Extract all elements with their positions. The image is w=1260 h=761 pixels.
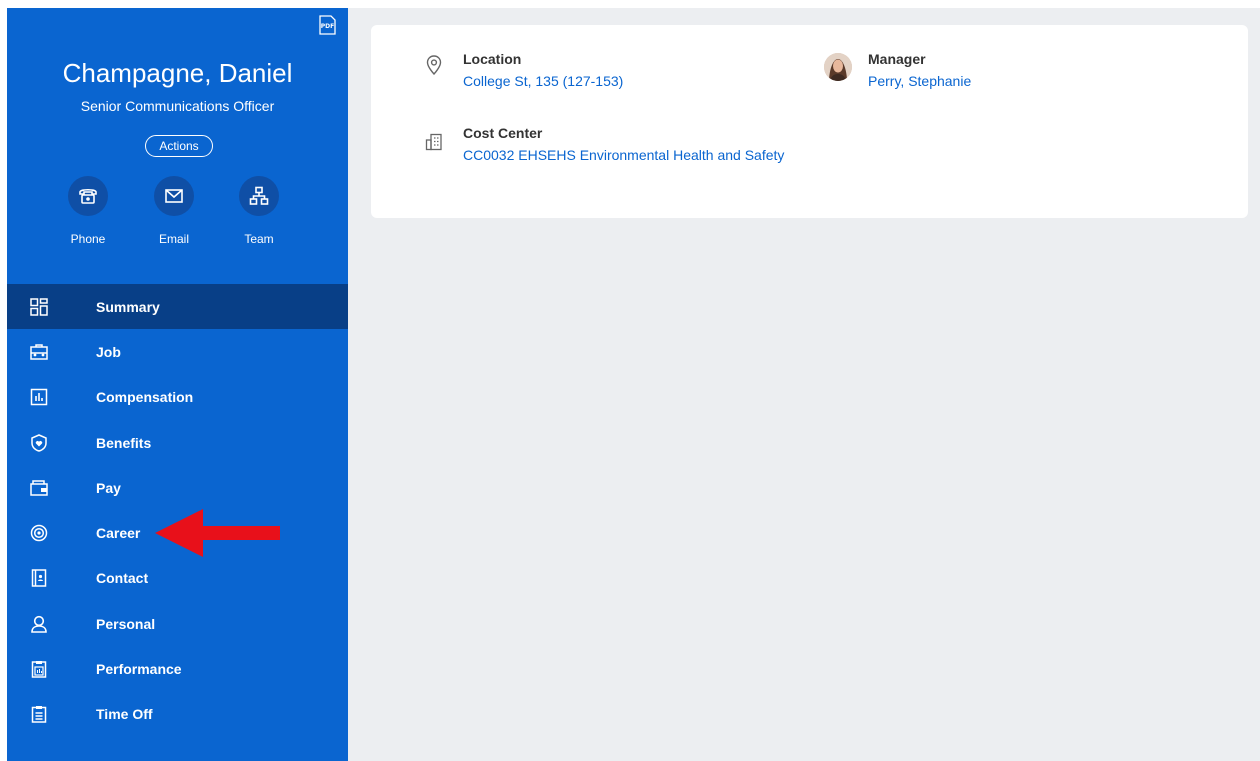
phone-icon <box>79 188 97 204</box>
nav-label-contact: Contact <box>96 570 149 587</box>
location-field: Location College St, 135 (127-153) <box>463 51 623 89</box>
building-icon <box>425 133 442 151</box>
team-button[interactable]: Team <box>229 176 289 246</box>
wallet-icon <box>30 480 48 496</box>
summary-grid-icon <box>30 297 48 316</box>
red-arrow-annotation <box>155 509 280 557</box>
nav-label-career: Career <box>96 525 141 542</box>
nav-item-pay[interactable]: Pay <box>7 465 348 510</box>
nav-item-performance[interactable]: Performance <box>7 646 348 691</box>
clipboard-chart-icon <box>31 661 47 678</box>
clipboard-icon <box>31 706 47 724</box>
manager-avatar-image <box>824 53 852 81</box>
nav-label-job: Job <box>96 343 121 360</box>
nav-label-summary: Summary <box>96 298 160 315</box>
location-link[interactable]: College St, 135 (127-153) <box>463 73 623 89</box>
cost-center-label: Cost Center <box>463 125 543 141</box>
nav-label-personal: Personal <box>96 615 156 632</box>
nav-label-benefits: Benefits <box>96 434 152 451</box>
nav-label-compensation: Compensation <box>96 389 194 406</box>
chart-icon <box>30 388 48 406</box>
pdf-icon[interactable]: PDF <box>319 15 336 35</box>
actions-button[interactable]: Actions <box>145 135 213 157</box>
manager-field: Manager Perry, Stephanie <box>868 51 971 89</box>
manager-link[interactable]: Perry, Stephanie <box>868 73 971 89</box>
summary-card: Location College St, 135 (127-153) Manag… <box>371 25 1248 218</box>
briefcase-icon <box>30 344 48 360</box>
nav-item-personal[interactable]: Personal <box>7 601 348 646</box>
email-button[interactable]: Email <box>144 176 204 246</box>
target-icon <box>30 524 48 542</box>
location-label: Location <box>463 51 522 67</box>
location-pin-icon <box>426 55 442 75</box>
worker-title: Senior Communications Officer <box>80 98 275 114</box>
nav-label-performance: Performance <box>96 661 182 678</box>
manager-label: Manager <box>868 51 926 67</box>
svg-text:PDF: PDF <box>321 23 334 30</box>
profile-sidebar: PDF Champagne, Daniel Senior Communicati… <box>7 8 348 761</box>
nav-item-compensation[interactable]: Compensation <box>7 375 348 420</box>
nav-label-pay: Pay <box>96 479 121 496</box>
nav-item-time-off[interactable]: Time Off <box>7 692 348 737</box>
cost-center-field: Cost Center CC0032 EHSEHS Environmental … <box>463 125 784 163</box>
shield-heart-icon <box>31 433 47 452</box>
email-icon <box>165 189 183 203</box>
cost-center-link[interactable]: CC0032 EHSEHS Environmental Health and S… <box>463 147 784 163</box>
nav-item-contact[interactable]: Contact <box>7 556 348 601</box>
team-label: Team <box>244 232 274 246</box>
phone-label: Phone <box>70 232 106 246</box>
phone-button[interactable]: Phone <box>58 176 118 246</box>
team-icon <box>249 186 269 205</box>
contact-book-icon <box>31 569 47 588</box>
email-label: Email <box>158 232 189 246</box>
nav-item-summary[interactable]: Summary <box>7 284 348 330</box>
person-icon <box>31 615 47 633</box>
nav-item-benefits[interactable]: Benefits <box>7 420 348 465</box>
nav-item-job[interactable]: Job <box>7 329 348 374</box>
main-content: Location College St, 135 (127-153) Manag… <box>348 8 1260 761</box>
manager-avatar[interactable] <box>824 53 852 81</box>
nav-label-time-off: Time Off <box>96 706 153 723</box>
worker-name: Champagne, Daniel <box>62 58 293 88</box>
